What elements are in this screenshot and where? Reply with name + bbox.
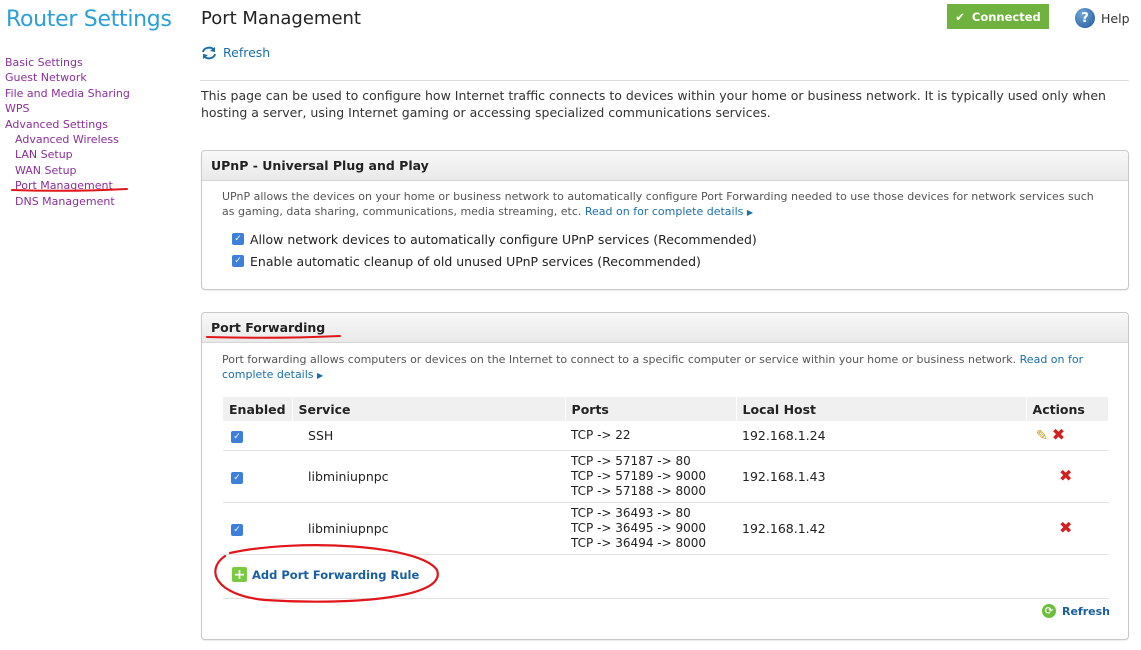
underline-port-management-annotation	[11, 188, 128, 192]
circle-add-rule-annotation	[214, 544, 439, 603]
annotation-overlay	[11, 188, 439, 603]
underline-port-forwarding-annotation	[206, 335, 341, 339]
